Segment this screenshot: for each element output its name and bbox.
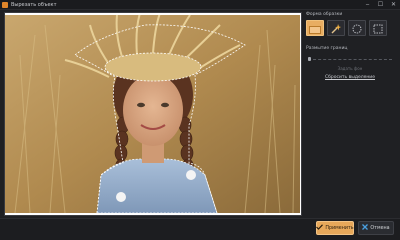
app-icon: [2, 1, 8, 8]
photo-canvas[interactable]: [5, 15, 300, 213]
close-icon: [362, 224, 369, 232]
shape-rectangle-button[interactable]: [306, 20, 324, 36]
apply-button[interactable]: Применить: [316, 221, 354, 235]
set-background-link[interactable]: Задать фон: [306, 66, 394, 71]
shape-ellipse-button[interactable]: [348, 20, 366, 36]
feather-slider[interactable]: [306, 56, 394, 62]
cancel-button[interactable]: Отмена: [358, 221, 394, 235]
slider-thumb[interactable]: [308, 57, 311, 61]
photo-image: [5, 15, 300, 213]
feather-section-label: Размытие границ: [306, 46, 348, 51]
magic-wand-icon: [331, 19, 341, 38]
square-dashed-icon: [373, 19, 383, 38]
shape-square-button[interactable]: [369, 20, 387, 36]
window-title: Вырезать объект: [11, 1, 57, 8]
ellipse-icon: [352, 19, 362, 38]
close-button[interactable]: ✕: [389, 1, 398, 9]
title-bar: Вырезать объект ‒ ☐ ✕: [0, 0, 400, 10]
tool-sidebar: Форма образки Размытие границ Задать фон…: [306, 12, 398, 80]
minimize-button[interactable]: ‒: [363, 1, 372, 9]
window-controls: ‒ ☐ ✕: [363, 1, 398, 9]
shape-magic-wand-button[interactable]: [327, 20, 345, 36]
maximize-button[interactable]: ☐: [376, 1, 385, 9]
apply-button-label: Применить: [325, 225, 354, 231]
slider-track: [308, 59, 392, 60]
shape-selector: [306, 20, 398, 36]
cancel-button-label: Отмена: [370, 225, 390, 231]
rectangle-icon: [309, 19, 321, 38]
checkmark-icon: [316, 224, 324, 232]
reset-selection-link[interactable]: Сбросить выделение: [306, 75, 394, 80]
